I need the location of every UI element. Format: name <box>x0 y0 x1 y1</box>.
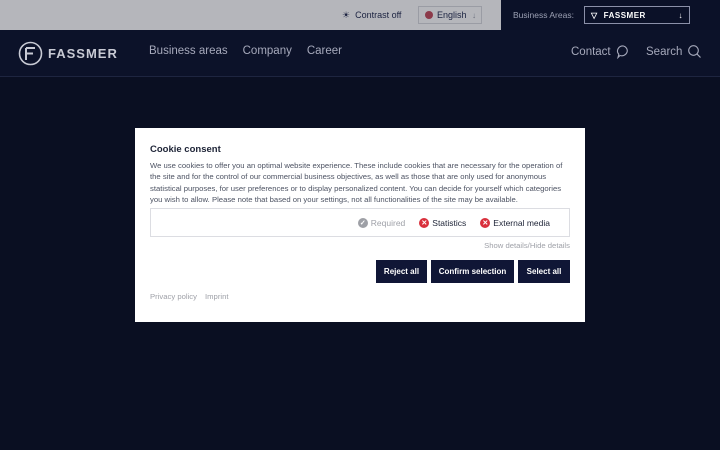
nav-career[interactable]: Career <box>307 45 342 57</box>
reject-all-button[interactable]: Reject all <box>376 260 427 283</box>
contrast-toggle[interactable]: ☀ Contrast off <box>336 6 407 24</box>
nav-business-areas[interactable]: Business areas <box>149 45 228 57</box>
business-area-select[interactable]: ▽ FASSMER ↓ <box>584 6 690 24</box>
filter-icon: ▽ <box>591 10 598 20</box>
top-utility-bar: ☀ Contrast off English ↓ Business Areas:… <box>0 0 720 30</box>
close-icon: ✕ <box>419 217 430 228</box>
language-label: English <box>437 10 467 20</box>
logo-text: FASSMER <box>48 46 118 61</box>
contact-label: Contact <box>571 45 611 58</box>
search-link[interactable]: Search <box>646 44 702 59</box>
cookie-button-row: Reject all Confirm selection Select all <box>376 260 570 283</box>
toggle-details-link[interactable]: Show details/Hide details <box>484 241 570 250</box>
business-area-value: FASSMER <box>603 10 646 20</box>
arrow-down-icon: ↓ <box>678 10 683 20</box>
category-label: External media <box>493 217 550 228</box>
chat-bubble-icon <box>616 45 628 59</box>
business-areas-panel: Business Areas: ▽ FASSMER ↓ <box>501 0 720 30</box>
select-all-button[interactable]: Select all <box>518 260 570 283</box>
cookie-footer-links: Privacy policy Imprint <box>150 292 229 301</box>
sun-icon: ☀ <box>342 9 351 20</box>
close-icon: ✕ <box>480 217 491 228</box>
confirm-selection-button[interactable]: Confirm selection <box>431 260 514 283</box>
imprint-link[interactable]: Imprint <box>205 292 229 301</box>
cookie-title: Cookie consent <box>150 144 221 155</box>
cookie-consent-dialog: Cookie consent We use cookies to offer y… <box>135 128 585 322</box>
contact-link[interactable]: Contact <box>571 44 631 59</box>
cookie-categories: ✓ Required ✕ Statistics ✕ External media <box>150 208 570 237</box>
cookie-description: We use cookies to offer you an optimal w… <box>150 161 563 204</box>
category-required: ✓ Required <box>357 217 406 228</box>
arrow-down-icon: ↓ <box>472 10 476 20</box>
main-nav: Business areas Company Career <box>149 45 342 57</box>
nav-company[interactable]: Company <box>243 45 292 57</box>
category-statistics[interactable]: ✕ Statistics <box>419 217 467 228</box>
search-label: Search <box>646 45 683 58</box>
check-icon: ✓ <box>357 217 368 228</box>
contrast-label: Contrast off <box>355 10 402 20</box>
fassmer-logo[interactable]: FASSMER <box>18 41 118 66</box>
uk-flag-icon <box>425 11 433 19</box>
main-header: FASSMER Business areas Company Career Co… <box>0 30 720 77</box>
category-label: Required <box>370 217 406 228</box>
business-areas-label: Business Areas: <box>513 10 574 20</box>
category-label: Statistics <box>432 217 467 228</box>
search-icon <box>688 45 702 58</box>
privacy-policy-link[interactable]: Privacy policy <box>150 292 197 301</box>
logo-icon <box>18 41 43 66</box>
category-external-media[interactable]: ✕ External media <box>480 217 550 228</box>
language-select[interactable]: English ↓ <box>418 6 482 24</box>
